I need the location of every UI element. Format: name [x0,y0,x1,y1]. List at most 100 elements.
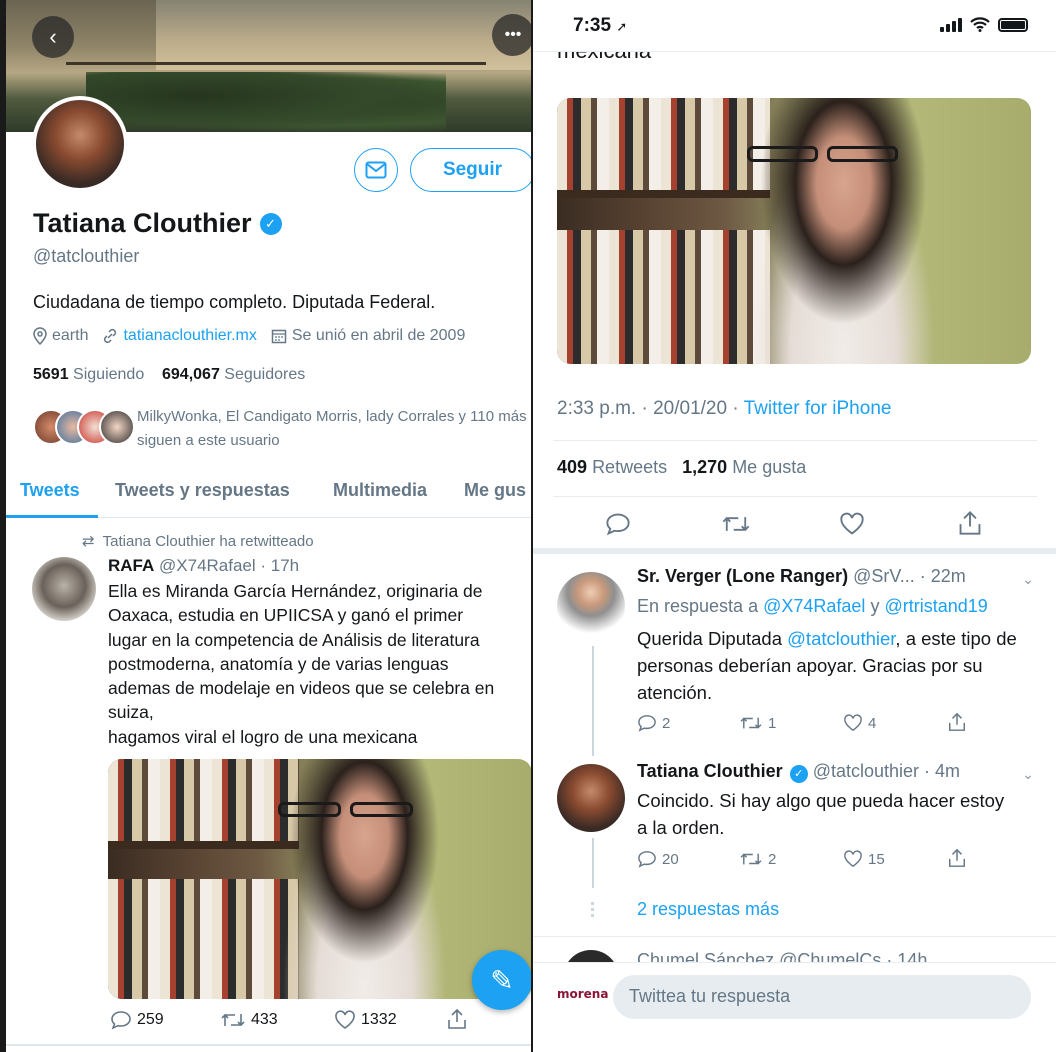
profile-handle: @tatclouthier [33,246,140,266]
compose-tweet-button[interactable]: ✎ [472,950,531,1010]
ios-status-bar: 7:35 ➚ [533,0,1056,52]
reply-header: Sr. Verger (Lone Ranger) @SrV... · 22m [637,566,966,586]
retweets-count[interactable]: 409 Retweets [557,457,667,477]
heart-icon[interactable] [839,512,865,536]
tweet-timestamp: 2:33 p.m. · 20/01/20 · Twitter for iPhon… [557,398,892,419]
share-icon[interactable] [947,848,967,868]
tweet-header: RAFA @X74Rafael · 17h [108,556,299,576]
share-icon [448,1008,466,1029]
reply-action[interactable]: 2 [637,714,670,732]
in-reply-to: En respuesta a @X74Rafael y @rtristand19 [637,596,988,616]
more-options-button[interactable]: ••• [492,14,531,56]
share-icon[interactable] [957,510,983,536]
battery-icon [998,18,1028,32]
chevron-down-icon[interactable]: ⌄ [1022,571,1034,588]
message-button[interactable] [354,148,398,192]
tab-likes[interactable]: Me gus [464,480,526,501]
photo-subject [737,98,951,364]
thread-dots [591,902,594,918]
divider [553,440,1037,441]
retweet-icon [221,1013,245,1027]
retweet-icon [740,853,762,865]
reply-text: Querida Diputada @tatclouthier, a este t… [637,628,1017,703]
tweet-stats: 409 Retweets 1,270 Me gusta [557,457,806,478]
profile-stats: 5691 Siguiendo 694,067 Seguidores [33,366,305,384]
more-icon: ••• [504,26,522,43]
share-icon[interactable] [947,712,967,732]
back-button[interactable]: ‹ [32,16,74,58]
calendar-icon [271,329,287,344]
profile-meta: earth tatianaclouthier.mx Se unió en abr… [33,327,465,345]
likes-count[interactable]: 1,270 Me gusta [682,457,806,477]
tab-media[interactable]: Multimedia [333,480,427,501]
glasses-left [746,145,818,162]
like-action[interactable]: 15 [843,850,885,868]
show-more-replies[interactable]: 2 respuestas más [637,899,779,920]
retweet-icon[interactable] [721,512,751,536]
reply-icon [638,715,656,732]
mail-icon [365,161,387,179]
heart-icon [335,1010,355,1029]
share-action[interactable] [446,1008,468,1030]
reply-action[interactable]: 20 [637,850,679,868]
divider [6,1044,531,1046]
heart-icon [844,850,862,868]
retweet-action[interactable]: 1 [739,714,776,732]
location-icon [33,327,47,345]
location-arrow-icon: ➚ [616,19,628,34]
chevron-down-icon[interactable]: ⌄ [1022,766,1034,783]
like-action[interactable]: 4 [843,714,876,732]
retweet-icon: ⇄ [82,533,95,550]
profile-joined: Se unió en abril de 2009 [271,327,465,345]
reply-input[interactable]: Twittea tu respuesta [613,975,1031,1019]
status-time: 7:35 ➚ [573,15,628,36]
like-action[interactable]: 1332 [334,1010,397,1030]
status-icons [940,17,1028,32]
glasses-right [349,802,414,817]
reply-icon[interactable] [605,512,631,536]
tweet-source[interactable]: Twitter for iPhone [744,398,892,419]
section-separator [533,548,1056,554]
compose-avatar-logo: morena [557,987,609,1001]
compose-feather-icon: ✎ [490,964,514,996]
retweet-notice: ⇄ Tatiana Clouthier ha retwitteado [82,533,314,550]
profile-name-row: Tatiana Clouthier ✓ [33,208,282,239]
tweet-handle-time: @X74Rafael · 17h [159,556,300,575]
profile-location: earth [33,327,88,345]
heart-icon [844,714,862,732]
photo-subject [269,759,460,999]
signal-icon [940,18,962,32]
profile-website[interactable]: tatianaclouthier.mx [102,327,257,345]
profile-bio: Ciudadana de tiempo completo. Diputada F… [33,292,436,312]
tab-tweets[interactable]: Tweets [20,480,80,501]
avatar [99,409,135,445]
retweet-action[interactable]: 2 [739,850,776,868]
tweet-image[interactable] [557,98,1031,364]
divider [533,936,1056,937]
followed-by-row[interactable]: MilkyWonka, El Candigato Morris, lady Co… [33,405,528,449]
verified-icon: ✓ [259,212,282,235]
glasses-left [277,802,342,817]
followers-count[interactable]: 694,067 Seguidores [162,366,305,383]
followed-by-text: MilkyWonka, El Candigato Morris, lady Co… [137,408,527,449]
retweet-icon [740,717,762,729]
tab-tweets-replies[interactable]: Tweets y respuestas [115,480,290,501]
reply-avatar[interactable] [557,764,625,832]
banner-fence [66,62,486,65]
profile-avatar[interactable] [32,96,128,192]
tweet-author-avatar[interactable] [32,557,96,621]
following-count[interactable]: 5691 Siguiendo [33,366,144,383]
follow-button[interactable]: Seguir [410,148,531,192]
thread-line [592,646,594,756]
tweet-author[interactable]: RAFA [108,556,154,575]
retweet-action[interactable]: 433 [220,1010,278,1030]
chevron-left-icon: ‹ [49,24,57,49]
active-tab-indicator [6,515,98,518]
tweet-detail-screen: mexicana 7:35 ➚ 2:33 p.m. · 20/01/20 · T… [533,0,1056,1052]
banner-bushes [86,72,446,132]
reply-action[interactable]: 259 [110,1010,164,1030]
reply-avatar[interactable] [557,572,625,640]
link-icon [104,328,117,344]
glasses-right [827,145,899,162]
tweet-image[interactable] [108,759,531,999]
